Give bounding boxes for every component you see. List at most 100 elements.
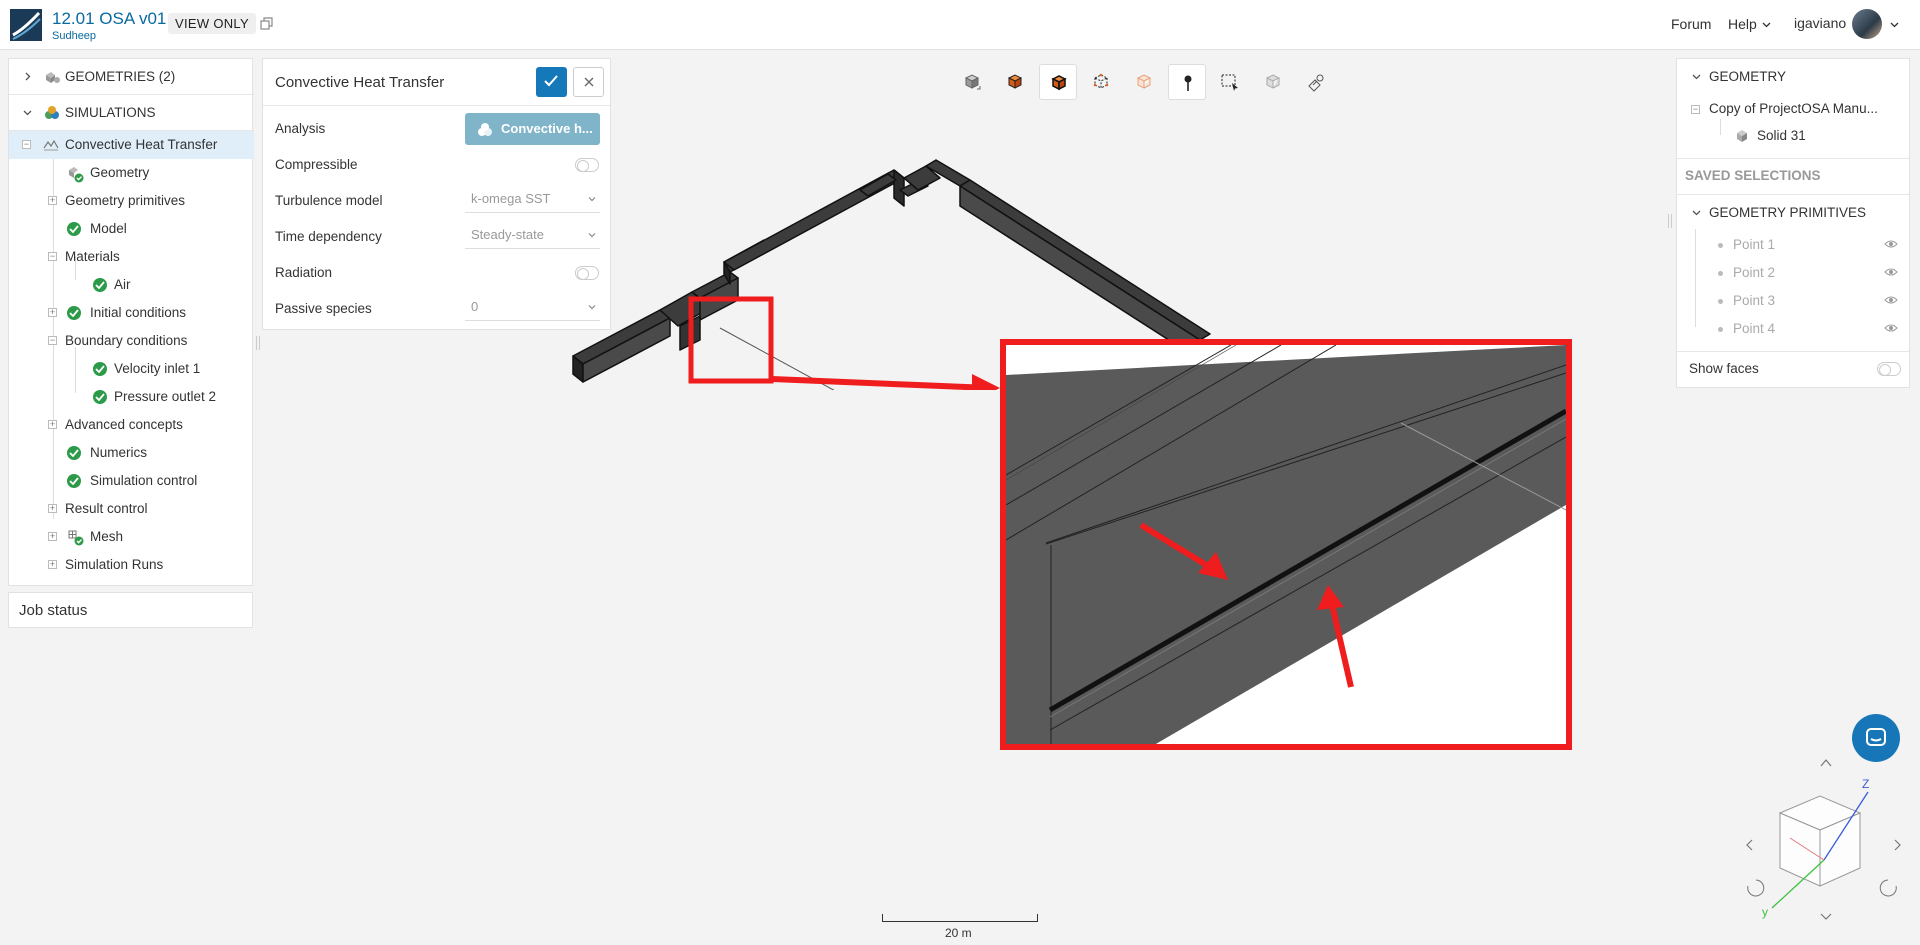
chevron-down-icon[interactable] xyxy=(1691,71,1702,82)
point-dot-icon xyxy=(1718,271,1723,276)
eye-icon[interactable] xyxy=(1884,239,1898,249)
wireframe-tool[interactable] xyxy=(1082,64,1120,100)
point-item[interactable]: Point 1 xyxy=(1677,231,1909,259)
point-item[interactable]: Point 3 xyxy=(1677,287,1909,315)
box-select-tool[interactable] xyxy=(1211,64,1249,100)
close-button[interactable] xyxy=(573,67,604,97)
scale-bar xyxy=(882,914,1038,922)
tree-item-model[interactable]: Model xyxy=(9,215,254,243)
tree-item-initial-conditions[interactable]: + Initial conditions xyxy=(9,299,254,327)
navigation-cube[interactable]: Z y xyxy=(1740,758,1910,928)
point-dot-icon xyxy=(1718,327,1723,332)
tree-item-result-control[interactable]: + Result control xyxy=(9,495,254,523)
copy-icon[interactable] xyxy=(260,17,274,31)
check-circle-icon xyxy=(93,390,107,404)
expand-toggle-icon[interactable]: + xyxy=(48,532,57,541)
expand-toggle-icon[interactable]: + xyxy=(48,504,57,513)
project-owner[interactable]: Sudheep xyxy=(52,30,96,42)
wireframe-cube-icon xyxy=(1093,73,1109,89)
username[interactable]: igaviano xyxy=(1794,15,1846,31)
point-item[interactable]: Point 2 xyxy=(1677,259,1909,287)
transparent-tool[interactable] xyxy=(1125,64,1163,100)
tree-item-boundary-conditions[interactable]: − Boundary conditions xyxy=(9,327,254,355)
job-status-panel[interactable]: Job status xyxy=(8,592,253,628)
tree-simulations-header[interactable]: SIMULATIONS xyxy=(9,95,254,131)
tree-item-simulation-control[interactable]: Simulation control xyxy=(9,467,254,495)
tree-item-pressure-outlet[interactable]: Pressure outlet 2 xyxy=(9,383,254,411)
eye-icon[interactable] xyxy=(1884,267,1898,277)
help-menu[interactable]: Help xyxy=(1728,16,1757,32)
chevron-left-icon[interactable] xyxy=(1746,839,1753,851)
project-title[interactable]: 12.01 OSA v01 xyxy=(52,9,166,29)
tree-item-geometry-primitives[interactable]: + Geometry primitives xyxy=(9,187,254,215)
solid-icon xyxy=(1737,130,1747,142)
simulations-icon xyxy=(45,106,59,119)
point-label: Point 4 xyxy=(1733,321,1776,336)
chevron-up-icon[interactable] xyxy=(1820,759,1832,767)
solid-cube-icon xyxy=(1007,74,1023,89)
tree-item-simulation-runs[interactable]: + Simulation Runs xyxy=(9,551,254,579)
chat-support-button[interactable] xyxy=(1852,714,1900,762)
panel-resize-handle[interactable] xyxy=(256,336,260,350)
pointer-arrow xyxy=(771,376,991,390)
section-tool[interactable] xyxy=(1297,64,1335,100)
tree-item-mesh[interactable]: + Mesh xyxy=(9,523,254,551)
tree-item-label: Advanced concepts xyxy=(65,417,183,432)
check-icon xyxy=(544,75,558,87)
expand-toggle-icon[interactable]: + xyxy=(48,560,57,569)
tree-item-advanced-concepts[interactable]: + Advanced concepts xyxy=(9,411,254,439)
chevron-down-icon[interactable] xyxy=(1889,19,1900,30)
tree-item-geometry[interactable]: Geometry xyxy=(9,159,254,187)
show-faces-toggle[interactable] xyxy=(1877,362,1901,376)
expand-toggle-icon[interactable]: + xyxy=(48,420,57,429)
rotate-right-icon[interactable] xyxy=(1879,879,1897,897)
rotate-left-icon[interactable] xyxy=(1747,879,1765,897)
point-tool[interactable] xyxy=(1168,64,1206,100)
geometry-panel: GEOMETRY − Copy of ProjectOSA Manu... So… xyxy=(1676,58,1910,388)
check-circle-icon xyxy=(67,306,81,320)
chevron-down-icon[interactable] xyxy=(1691,207,1702,218)
check-circle-icon xyxy=(67,222,81,236)
collapse-toggle-icon[interactable]: − xyxy=(1691,105,1700,114)
tree-item-label: Initial conditions xyxy=(90,305,187,320)
tree-item-velocity-inlet[interactable]: Velocity inlet 1 xyxy=(9,355,254,383)
tree-item-air[interactable]: Air xyxy=(9,271,254,299)
collapse-toggle-icon[interactable]: − xyxy=(48,336,57,345)
avatar[interactable] xyxy=(1852,9,1882,39)
confirm-button[interactable] xyxy=(536,67,567,97)
passive-species-value: 0 xyxy=(471,299,479,314)
solid-render-tool[interactable] xyxy=(996,64,1034,100)
tree-item-numerics[interactable]: Numerics xyxy=(9,439,254,467)
forum-link[interactable]: Forum xyxy=(1671,16,1711,32)
solid-edges-tool[interactable] xyxy=(1039,64,1077,100)
chevron-down-icon[interactable] xyxy=(1820,913,1832,920)
tree-item-materials[interactable]: − Materials xyxy=(9,243,254,271)
tree-geometries-header[interactable]: GEOMETRIES (2) xyxy=(9,59,254,95)
tree-item-label: Mesh xyxy=(90,529,124,544)
collapse-toggle-icon[interactable]: − xyxy=(22,140,31,149)
check-circle-icon xyxy=(93,362,107,376)
collapse-toggle-icon[interactable]: − xyxy=(48,252,57,261)
saved-selections-title[interactable]: SAVED SELECTIONS xyxy=(1685,168,1821,183)
chevron-right-icon[interactable] xyxy=(1894,839,1901,851)
eye-icon[interactable] xyxy=(1884,323,1898,333)
view-cube-tool[interactable] xyxy=(953,64,991,100)
expand-toggle-icon[interactable]: + xyxy=(48,196,57,205)
explode-tool[interactable] xyxy=(1254,64,1292,100)
chevron-down-icon[interactable] xyxy=(1761,19,1772,30)
tree-item-convective-heat-transfer[interactable]: − Convective Heat Transfer xyxy=(9,131,254,159)
view-only-badge: VIEW ONLY xyxy=(168,13,256,34)
chevron-right-icon[interactable] xyxy=(22,71,33,82)
tree-item-label: Pressure outlet 2 xyxy=(114,389,217,404)
chevron-down-icon[interactable] xyxy=(22,107,33,118)
solid-item[interactable]: Solid 31 xyxy=(1757,128,1806,143)
geometry-copy-name[interactable]: Copy of ProjectOSA Manu... xyxy=(1709,101,1878,116)
expand-toggle-icon[interactable]: + xyxy=(48,308,57,317)
top-bar: 12.01 OSA v01 Sudheep VIEW ONLY Forum He… xyxy=(0,0,1920,50)
simscale-logo-icon[interactable] xyxy=(10,9,42,41)
point-item[interactable]: Point 4 xyxy=(1677,315,1909,343)
check-circle-icon xyxy=(67,446,81,460)
eye-icon[interactable] xyxy=(1884,295,1898,305)
panel-resize-handle[interactable] xyxy=(1668,214,1672,228)
analysis-type-button[interactable]: Convective h... xyxy=(465,113,600,145)
